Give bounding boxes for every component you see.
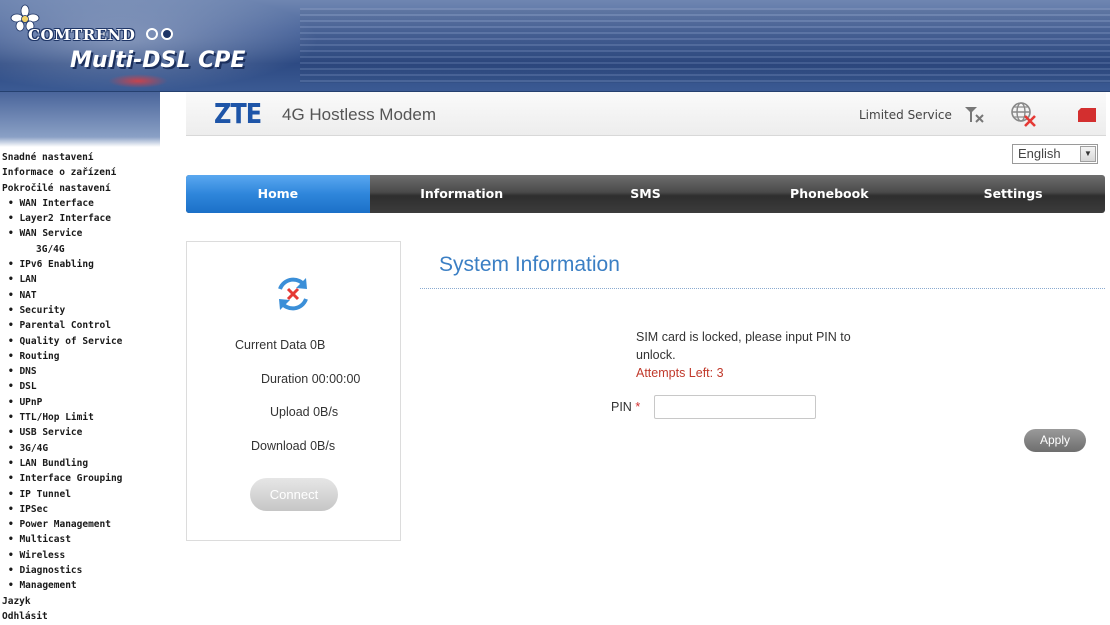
language-select[interactable]: English ▼	[1012, 144, 1098, 164]
menu-item[interactable]: • NAT	[0, 288, 160, 303]
menu-item[interactable]: • TTL/Hop Limit	[0, 410, 160, 425]
zte-logo: ZTE	[214, 97, 262, 131]
upload-speed: Upload 0B/s	[270, 405, 339, 419]
signal-no-service-icon	[965, 107, 984, 123]
menu-item[interactable]: • USB Service	[0, 425, 160, 440]
banner-accent	[108, 74, 168, 88]
left-menu: Snadné nastavení Informace o zařízení Pokr…	[0, 92, 160, 625]
menu-item[interactable]: Informace o zařízení	[0, 165, 160, 180]
language-selected: English	[1018, 146, 1061, 161]
menu-item[interactable]: • Layer2 Interface	[0, 211, 160, 226]
brand-dots	[146, 28, 173, 40]
menu-item[interactable]: • IPSec	[0, 502, 160, 517]
pin-label-text: PIN	[611, 400, 632, 414]
menu-item[interactable]: • WAN Service	[0, 226, 160, 241]
menu-item[interactable]: • Quality of Service	[0, 334, 160, 349]
product-title: Multi-DSL CPE	[70, 48, 246, 73]
duration: Duration 00:00:00	[261, 372, 361, 386]
current-data: Current Data 0B	[235, 338, 326, 352]
pin-input[interactable]	[654, 395, 816, 419]
menu-item[interactable]: • Wireless	[0, 548, 160, 563]
service-status: Limited Service	[859, 108, 952, 122]
menu-item[interactable]: • Management	[0, 578, 160, 593]
tab-home[interactable]: Home	[186, 175, 370, 213]
sim-card-icon	[1078, 108, 1096, 122]
menu-item[interactable]: • Security	[0, 303, 160, 318]
modem-title: 4G Hostless Modem	[282, 105, 436, 124]
menu-item[interactable]: Odhlásit	[0, 609, 160, 624]
menu-item[interactable]: • DNS	[0, 364, 160, 379]
modem-header: ZTE 4G Hostless Modem Limited Service	[186, 92, 1106, 136]
menu-item[interactable]: • Diagnostics	[0, 563, 160, 578]
menu-item[interactable]: • Interface Grouping	[0, 471, 160, 486]
pin-label: PIN *	[611, 400, 640, 414]
main-nav: Home Information SMS Phonebook Settings	[186, 175, 1105, 213]
tab-information[interactable]: Information	[370, 175, 554, 213]
header-banner: COMTREND Multi-DSL CPE	[0, 0, 1110, 92]
menu-item[interactable]: • UPnP	[0, 395, 160, 410]
chevron-down-icon[interactable]: ▼	[1080, 146, 1096, 162]
menu-item[interactable]: • 3G/4G	[0, 441, 160, 456]
menu-item[interactable]: • LAN Bundling	[0, 456, 160, 471]
globe-disconnected-icon	[1011, 102, 1036, 127]
menu-item[interactable]: • Routing	[0, 349, 160, 364]
download-speed: Download 0B/s	[251, 439, 336, 453]
menu-item[interactable]: Pokročilé nastavení	[0, 181, 160, 196]
menu-item[interactable]: Jazyk	[0, 594, 160, 609]
menu-item[interactable]: Snadné nastavení	[0, 150, 160, 165]
menu-item[interactable]: • LAN	[0, 272, 160, 287]
menu-item[interactable]: • IP Tunnel	[0, 487, 160, 502]
tab-settings[interactable]: Settings	[921, 175, 1105, 213]
refresh-disconnected-icon	[278, 277, 308, 311]
tab-phonebook[interactable]: Phonebook	[737, 175, 921, 213]
menu-list: Snadné nastavení Informace o zařízení Pokr…	[0, 150, 160, 624]
menu-item[interactable]: • Multicast	[0, 532, 160, 547]
menu-item[interactable]: • Power Management	[0, 517, 160, 532]
title-divider	[420, 288, 1105, 289]
attempts-left: Attempts Left: 3	[636, 366, 724, 380]
sim-locked-message: SIM card is locked, please input PIN to …	[636, 330, 851, 362]
menu-item[interactable]: • WAN Interface	[0, 196, 160, 211]
apply-button[interactable]: Apply	[1024, 429, 1086, 452]
menu-item[interactable]: 3G/4G	[0, 242, 160, 257]
comtrend-logo: COMTREND	[28, 26, 136, 44]
required-marker: *	[635, 400, 641, 414]
connection-status-panel: Current Data 0B Duration 00:00:00 Upload…	[186, 241, 401, 541]
connect-button[interactable]: Connect	[250, 478, 338, 511]
tab-sms[interactable]: SMS	[554, 175, 738, 213]
menu-item[interactable]: • DSL	[0, 379, 160, 394]
banner-stripes	[300, 8, 1110, 83]
menu-item[interactable]: • IPv6 Enabling	[0, 257, 160, 272]
page-title: System Information	[439, 253, 620, 276]
menu-item[interactable]: • Parental Control	[0, 318, 160, 333]
